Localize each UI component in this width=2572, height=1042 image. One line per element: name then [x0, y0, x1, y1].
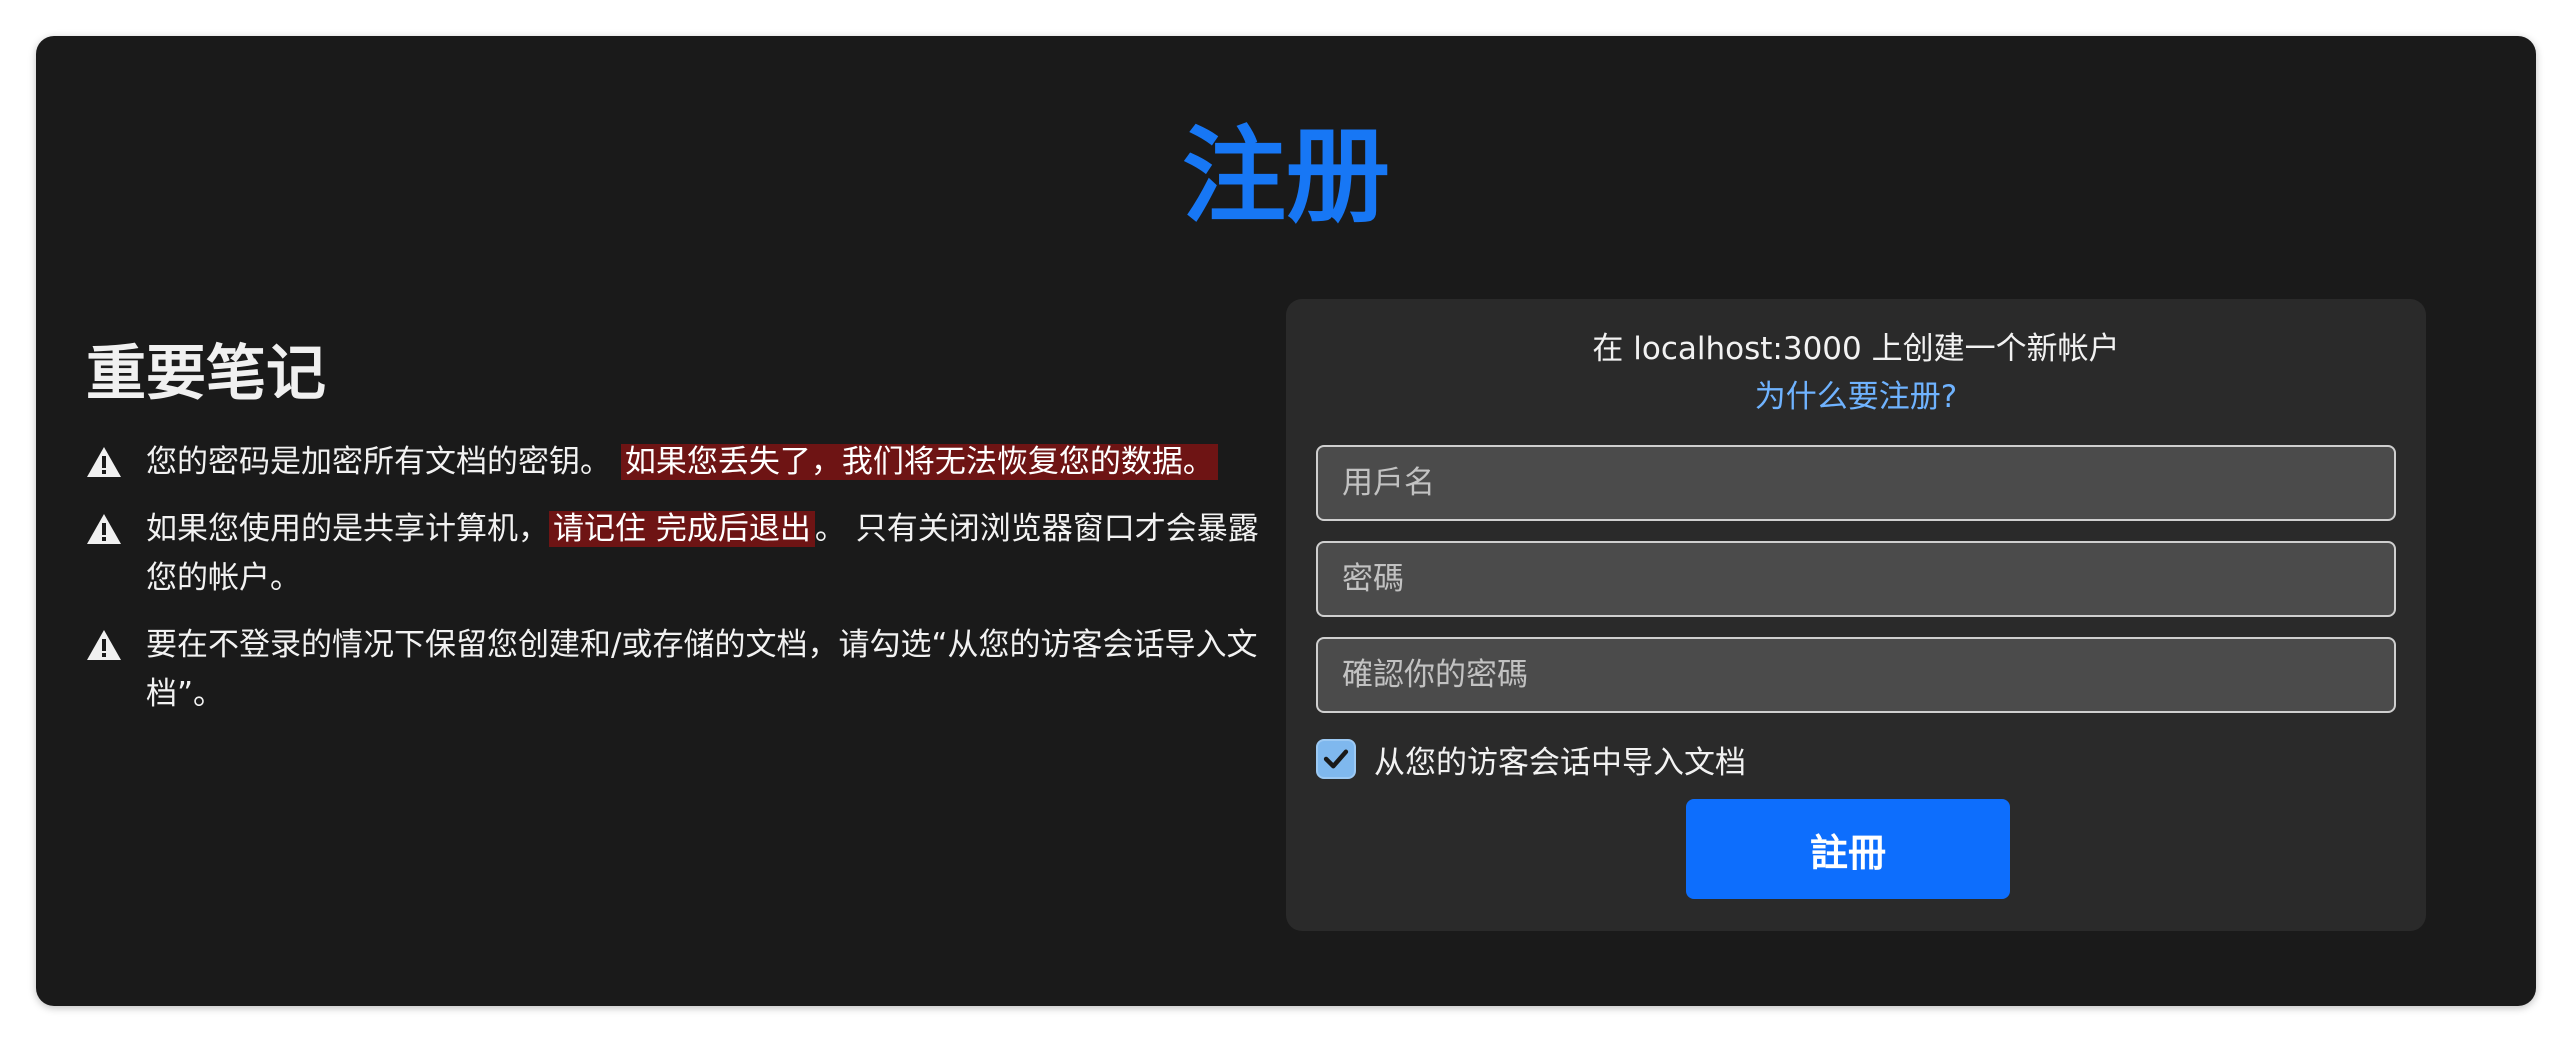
username-input[interactable]	[1316, 445, 2396, 521]
notes-heading: 重要笔记	[86, 339, 326, 409]
import-guest-docs-label: 从您的访客会话中导入文档	[1374, 744, 1746, 781]
form-title: 在 localhost:3000 上创建一个新帐户	[1592, 331, 2120, 367]
register-button[interactable]: 註冊	[1686, 799, 2010, 899]
warning-icon	[87, 514, 121, 544]
note-text: 您的密码是加密所有文档的密钥。	[146, 444, 611, 480]
warning-icon	[87, 630, 121, 660]
checkmark-icon	[1323, 749, 1349, 769]
registration-card: 注册 重要笔记 您的密码是加密所有文档的密钥。 如果您丢失了，我们将无法恢复您的…	[36, 36, 2536, 1006]
import-guest-docs-row[interactable]: 从您的访客会话中导入文档	[1316, 737, 1746, 781]
note-item: 您的密码是加密所有文档的密钥。 如果您丢失了，我们将无法恢复您的数据。	[86, 438, 1276, 487]
note-item: 要在不登录的情况下保留您创建和/或存储的文档，请勾选“从您的访客会话导入文档”。	[86, 621, 1276, 719]
note-highlight: 请记住 完成后退出	[549, 511, 815, 547]
note-text: 如果您使用的是共享计算机，	[146, 511, 549, 547]
note-item: 如果您使用的是共享计算机， 请记住 完成后退出。 只有关闭浏览器窗口才会暴露您的帐…	[86, 505, 1276, 603]
warning-icon	[87, 447, 121, 477]
note-highlight: 如果您丢失了，我们将无法恢复您的数据。	[620, 444, 1218, 480]
note-text: 要在不登录的情况下保留您创建和/或存储的文档，请勾选“从您的访客会话导入文档”。	[146, 627, 1258, 712]
why-register-link[interactable]: 为什么要注册?	[1286, 375, 2426, 419]
important-notes: 重要笔记 您的密码是加密所有文档的密钥。 如果您丢失了，我们将无法恢复您的数据。…	[86, 336, 1276, 737]
page-title: 注册	[1181, 115, 1390, 237]
password-input[interactable]	[1316, 541, 2396, 617]
signup-panel: 在 localhost:3000 上创建一个新帐户 为什么要注册? 从您的访客会…	[1286, 299, 2426, 931]
confirm-password-input[interactable]	[1316, 637, 2396, 713]
import-guest-docs-checkbox[interactable]	[1316, 739, 1356, 779]
